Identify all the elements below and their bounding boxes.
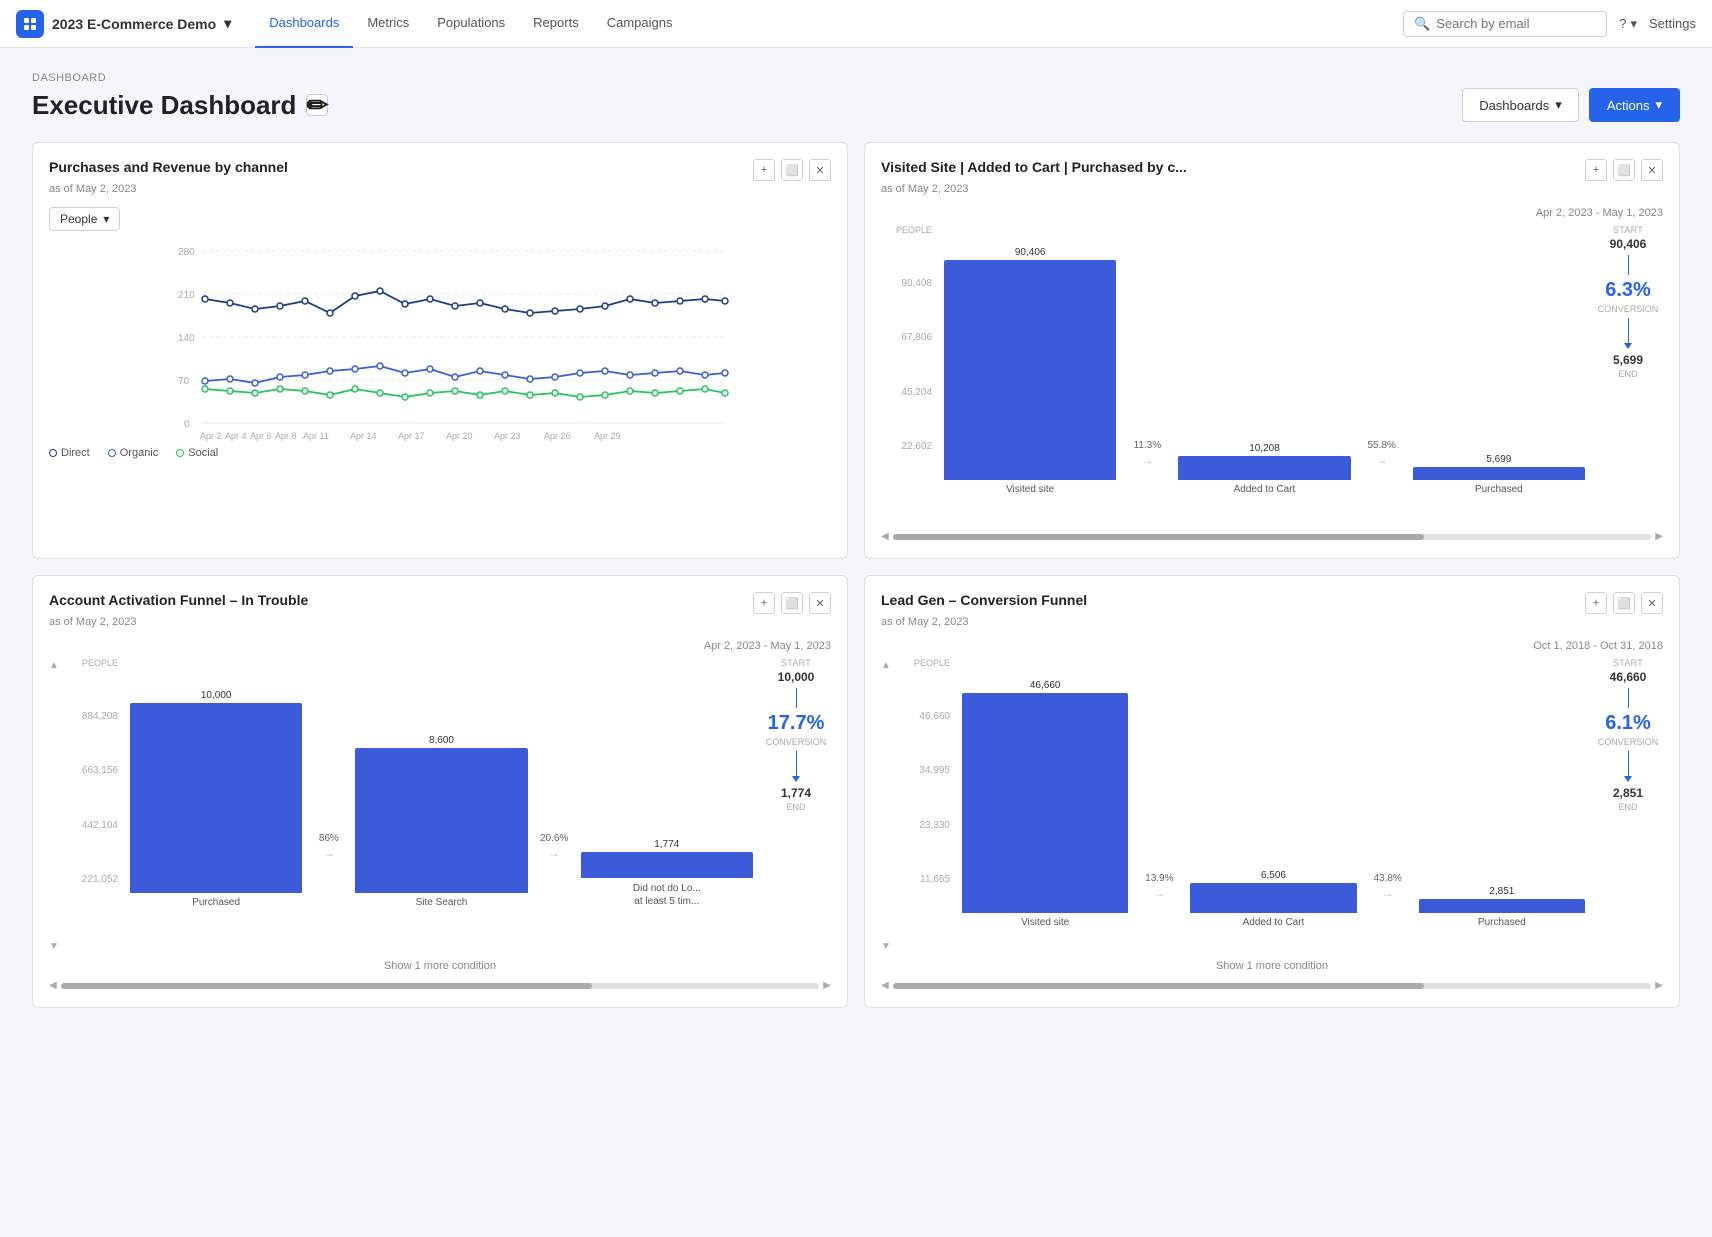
search-icon: 🔍 — [1414, 16, 1430, 32]
bar1 — [944, 260, 1116, 480]
card-account-activation: Account Activation Funnel – In Trouble +… — [32, 575, 848, 1008]
card3-date-range: Apr 2, 2023 - May 1, 2023 — [49, 640, 831, 652]
dashboard-grid: Purchases and Revenue by channel + ⬜ ✕ a… — [32, 142, 1680, 1008]
card3-header: Account Activation Funnel – In Trouble +… — [49, 592, 831, 614]
card3-scrollbar: ◀ ▶ — [49, 980, 831, 991]
bar2-label: Added to Cart — [1234, 484, 1296, 495]
nav-link-populations[interactable]: Populations — [423, 0, 519, 48]
card3-title: Account Activation Funnel – In Trouble — [49, 592, 308, 608]
page-actions: Dashboards ▾ Actions ▾ — [1462, 88, 1680, 122]
page-content: DASHBOARD Executive Dashboard ✏ Dashboar… — [0, 48, 1712, 1032]
card3-delete-icon[interactable]: ✕ — [809, 592, 831, 614]
card-lead-gen: Lead Gen – Conversion Funnel + ⬜ ✕ as of… — [864, 575, 1680, 1008]
edit-icon[interactable]: ✏ — [306, 94, 328, 116]
card2-header: Visited Site | Added to Cart | Purchased… — [881, 159, 1663, 181]
card1-delete-icon[interactable]: ✕ — [809, 159, 831, 181]
line-chart-area: 280 210 140 70 0 — [49, 241, 831, 441]
search-box[interactable]: 🔍 — [1403, 11, 1607, 37]
card4-delete-icon[interactable]: ✕ — [1641, 592, 1663, 614]
bar2-val: 10,208 — [1249, 443, 1280, 454]
card3-save-icon[interactable]: ⬜ — [781, 592, 803, 614]
card4-show-more[interactable]: Show 1 more condition — [881, 960, 1663, 972]
card2-date: as of May 2, 2023 — [881, 183, 1663, 195]
settings-button[interactable]: Settings — [1649, 16, 1696, 31]
legend-dot-organic — [108, 449, 116, 457]
bar1-val: 90,406 — [1015, 247, 1046, 258]
svg-text:280: 280 — [178, 247, 195, 258]
card3-add-icon[interactable]: + — [753, 592, 775, 614]
page-title-row: Executive Dashboard ✏ Dashboards ▾ Actio… — [32, 88, 1680, 122]
svg-text:Apr 20: Apr 20 — [446, 431, 473, 441]
card2-date-range: Apr 2, 2023 - May 1, 2023 — [881, 207, 1663, 219]
card2-add-icon[interactable]: + — [1585, 159, 1607, 181]
people-dropdown[interactable]: People ▾ — [49, 207, 120, 231]
page-title: Executive Dashboard ✏ — [32, 90, 328, 121]
card2-icons: + ⬜ ✕ — [1585, 159, 1663, 181]
svg-text:Apr 11: Apr 11 — [303, 431, 329, 441]
actions-button[interactable]: Actions ▾ — [1589, 88, 1680, 122]
svg-text:210: 210 — [178, 290, 195, 301]
help-button[interactable]: ? ▾ — [1619, 16, 1637, 32]
bar3-label: Purchased — [1475, 484, 1523, 495]
page-label: DASHBOARD — [32, 72, 1680, 84]
svg-text:Apr 26: Apr 26 — [544, 431, 571, 441]
bar3 — [1413, 467, 1585, 480]
card2-save-icon[interactable]: ⬜ — [1613, 159, 1635, 181]
brand-logo[interactable]: 2023 E-Commerce Demo ▾ — [16, 10, 231, 38]
card1-date: as of May 2, 2023 — [49, 183, 831, 195]
dashboards-button[interactable]: Dashboards ▾ — [1462, 88, 1579, 122]
card2-title: Visited Site | Added to Cart | Purchased… — [881, 159, 1187, 175]
card4-title: Lead Gen – Conversion Funnel — [881, 592, 1087, 608]
card1-add-icon[interactable]: + — [753, 159, 775, 181]
svg-text:Apr 29: Apr 29 — [594, 431, 621, 441]
svg-text:Apr 14: Apr 14 — [350, 431, 377, 441]
legend-dot-social — [176, 449, 184, 457]
search-input[interactable] — [1436, 16, 1596, 31]
svg-text:Apr 17: Apr 17 — [398, 431, 425, 441]
legend-dot-direct — [49, 449, 57, 457]
svg-text:Apr 4: Apr 4 — [225, 431, 247, 441]
svg-text:70: 70 — [178, 376, 190, 387]
bar1-label: Visited site — [1006, 484, 1054, 495]
nav-link-campaigns[interactable]: Campaigns — [593, 0, 687, 48]
card4-scrollbar: ◀ ▶ — [881, 980, 1663, 991]
card-purchases-revenue: Purchases and Revenue by channel + ⬜ ✕ a… — [32, 142, 848, 559]
card4-date: as of May 2, 2023 — [881, 616, 1663, 628]
line-chart-svg: 280 210 140 70 0 — [49, 241, 831, 441]
bar3-val: 5,699 — [1486, 454, 1511, 465]
legend-organic: Organic — [108, 447, 159, 459]
card1-icons: + ⬜ ✕ — [753, 159, 831, 181]
chart-legend: Direct Organic Social — [49, 447, 831, 459]
svg-text:Apr 23: Apr 23 — [494, 431, 521, 441]
topnav: 2023 E-Commerce Demo ▾ Dashboards Metric… — [0, 0, 1712, 48]
bar2 — [1178, 456, 1350, 480]
card2-scrollbar: ◀ ▶ — [881, 531, 1663, 542]
svg-text:0: 0 — [184, 419, 190, 430]
nav-link-reports[interactable]: Reports — [519, 0, 593, 48]
svg-text:Apr 6: Apr 6 — [250, 431, 272, 441]
brand-icon — [16, 10, 44, 38]
card1-header: Purchases and Revenue by channel + ⬜ ✕ — [49, 159, 831, 181]
card4-add-icon[interactable]: + — [1585, 592, 1607, 614]
svg-text:140: 140 — [178, 333, 195, 344]
svg-text:Apr 2: Apr 2 — [200, 431, 222, 441]
nav-link-dashboards[interactable]: Dashboards — [255, 0, 353, 48]
card3-icons: + ⬜ ✕ — [753, 592, 831, 614]
nav-link-metrics[interactable]: Metrics — [353, 0, 423, 48]
legend-social: Social — [176, 447, 218, 459]
card2-delete-icon[interactable]: ✕ — [1641, 159, 1663, 181]
nav-links: Dashboards Metrics Populations Reports C… — [255, 0, 686, 48]
card4-icons: + ⬜ ✕ — [1585, 592, 1663, 614]
nav-right: 🔍 ? ▾ Settings — [1403, 11, 1696, 37]
card-visited-site: Visited Site | Added to Cart | Purchased… — [864, 142, 1680, 559]
card4-header: Lead Gen – Conversion Funnel + ⬜ ✕ — [881, 592, 1663, 614]
card3-date: as of May 2, 2023 — [49, 616, 831, 628]
card4-save-icon[interactable]: ⬜ — [1613, 592, 1635, 614]
legend-direct: Direct — [49, 447, 90, 459]
card4-date-range: Oct 1, 2018 - Oct 31, 2018 — [881, 640, 1663, 652]
card1-save-icon[interactable]: ⬜ — [781, 159, 803, 181]
card1-title: Purchases and Revenue by channel — [49, 159, 288, 175]
card3-show-more[interactable]: Show 1 more condition — [49, 960, 831, 972]
svg-text:Apr 8: Apr 8 — [275, 431, 297, 441]
